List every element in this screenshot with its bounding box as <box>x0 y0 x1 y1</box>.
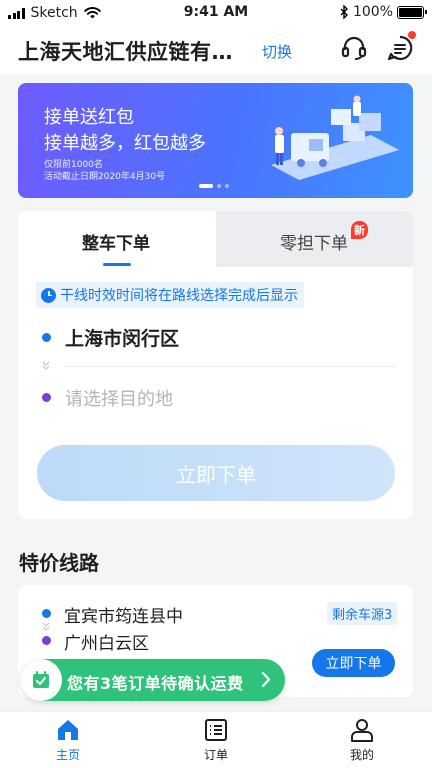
tabbar-item-orders[interactable]: 订单 <box>176 712 256 768</box>
bottom-tab-bar: 主页 订单 我的 <box>0 711 432 768</box>
pending-freight-banner[interactable]: 您有3笔订单待确认运费 <box>20 659 285 701</box>
banner-title: 接单送红包 <box>44 107 134 128</box>
tabbar-label-profile: 我的 <box>349 748 374 762</box>
tab-less-than-truckload[interactable]: 零担下单 <box>216 211 413 267</box>
status-bar: Sketch 9:41 AM 100% <box>0 0 432 26</box>
banner-page-dot[interactable] <box>217 184 221 188</box>
order-list-icon <box>205 719 227 741</box>
company-name[interactable]: 上海天地汇供应链有… <box>18 36 233 66</box>
order-card: 零担下单 新 整车下单 干线时效时间将在路线选择完成后显示 上海市闵行区 请选择… <box>18 211 413 519</box>
tabbar-label-home: 主页 <box>55 748 80 762</box>
app-header: 上海天地汇供应链有… 切换 <box>0 26 432 74</box>
field-divider <box>65 366 395 367</box>
battery-icon <box>397 5 427 19</box>
double-chevron-down-icon <box>42 361 50 370</box>
clock-icon <box>41 287 56 303</box>
banner-page-dot[interactable] <box>225 184 229 188</box>
tab-full-truckload[interactable]: 整车下单 <box>18 211 216 267</box>
route-origin-dot-icon <box>42 609 51 618</box>
origin-field[interactable]: 上海市闵行区 <box>65 324 179 351</box>
logistics-illustration <box>271 95 399 180</box>
unread-dot <box>408 31 416 39</box>
headset-icon[interactable] <box>340 34 368 62</box>
new-badge: 新 <box>351 221 368 239</box>
route-from: 宜宾市筠连县中 <box>64 607 183 627</box>
calendar-check-icon <box>20 659 62 701</box>
tabbar-label-orders: 订单 <box>203 748 228 762</box>
banner-page-dot[interactable] <box>199 184 213 188</box>
home-icon <box>58 720 78 740</box>
bluetooth-icon <box>340 5 348 19</box>
place-order-button[interactable]: 立即下单 <box>37 445 395 501</box>
timing-notice: 干线时效时间将在路线选择完成后显示 <box>36 282 304 308</box>
banner-subtitle: 接单越多，红包越多 <box>44 133 206 154</box>
destination-field[interactable]: 请选择目的地 <box>65 385 173 411</box>
route-destination-dot-icon <box>42 636 51 645</box>
banner-pagination[interactable] <box>199 184 229 188</box>
status-right: 100% <box>340 4 427 20</box>
remaining-vehicles-badge: 剩余车源3 <box>327 602 398 625</box>
promo-banner[interactable]: 接单送红包 接单越多，红包越多 仅限前1000名 活动截止日期2020年4月30… <box>18 83 413 198</box>
route-to: 广州白云区 <box>64 634 149 654</box>
route-order-button[interactable]: 立即下单 <box>312 649 395 677</box>
route-chevron-icon <box>42 622 50 631</box>
origin-dot-icon <box>42 333 51 342</box>
destination-dot-icon <box>42 393 51 402</box>
tabbar-item-profile[interactable]: 我的 <box>322 712 402 768</box>
active-tab-indicator <box>103 263 131 266</box>
tabbar-item-home[interactable]: 主页 <box>28 712 108 768</box>
timing-notice-text: 干线时效时间将在路线选择完成后显示 <box>60 288 298 304</box>
tab-ftl-label: 整车下单 <box>82 234 150 254</box>
banner-note-deadline: 活动截止日期2020年4月30号 <box>44 172 166 182</box>
battery-fill <box>399 7 422 17</box>
tab-ltl-label: 零担下单 <box>280 234 348 254</box>
chevron-right-icon <box>261 671 271 688</box>
user-icon <box>351 719 373 742</box>
switch-company-button[interactable]: 切换 <box>262 41 292 62</box>
section-title-special-routes: 特价线路 <box>19 551 99 575</box>
pending-freight-text: 您有3笔订单待确认运费 <box>67 674 244 693</box>
message-button[interactable] <box>386 31 416 62</box>
battery-percent: 100% <box>352 4 393 20</box>
